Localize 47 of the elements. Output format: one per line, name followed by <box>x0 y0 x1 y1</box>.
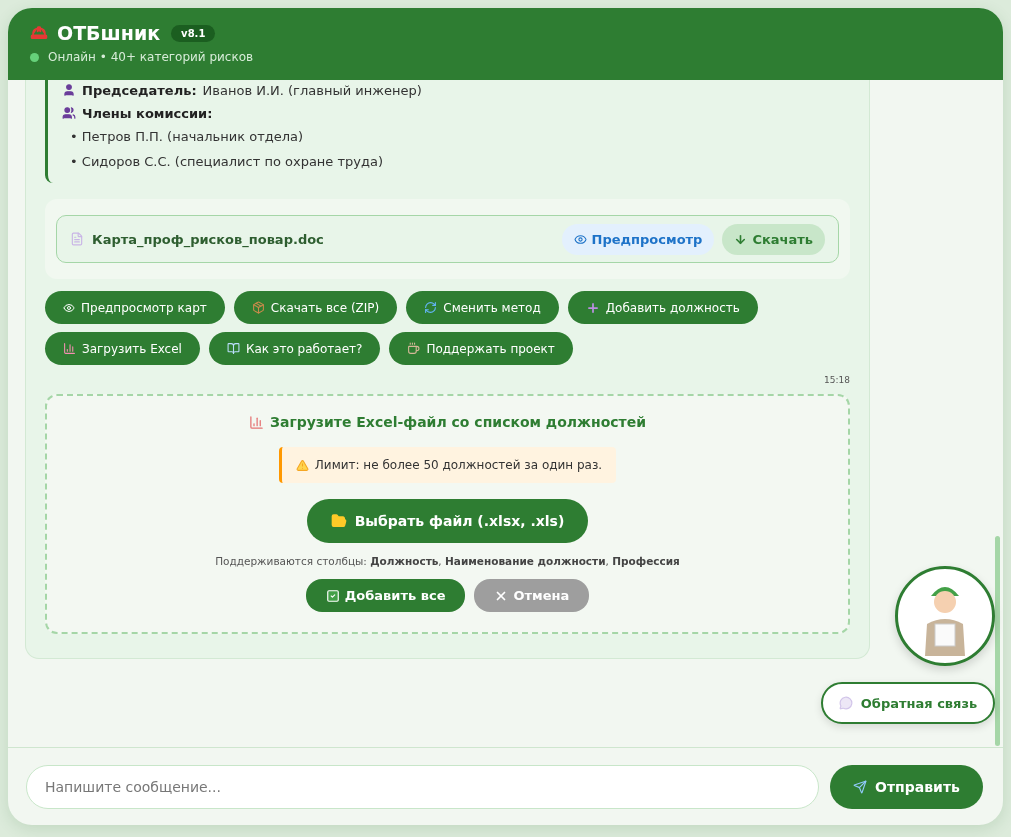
choose-file-button[interactable]: Выбрать файл (.xlsx, .xls) <box>306 499 589 543</box>
bar-chart-icon <box>63 342 76 355</box>
action-button[interactable]: Скачать все (ZIP) <box>233 291 398 324</box>
feedback-button[interactable]: Обратная связь <box>821 682 995 724</box>
action-button[interactable]: Сменить метод <box>406 291 559 324</box>
document-icon <box>70 232 84 246</box>
members-label: Члены комиссии: <box>82 105 213 121</box>
plus-icon <box>585 300 600 315</box>
package-icon <box>251 301 265 314</box>
people-icon <box>62 106 76 120</box>
add-all-button[interactable]: Добавить все <box>305 579 466 612</box>
eye-icon <box>573 232 587 246</box>
refresh-icon <box>424 301 438 314</box>
version-badge: v8.1 <box>171 24 216 42</box>
member-item: • Петров П.П. (начальник отдела) <box>69 128 305 146</box>
action-button[interactable]: Как это работает? <box>208 332 381 365</box>
chairman-name: Иванов И.И. (главный инженер) <box>202 82 422 98</box>
warning-text: Лимит: не более 50 должностей за один раз. <box>314 458 603 472</box>
app-title: ОТБшник <box>57 22 161 44</box>
speech-bubble-icon <box>838 696 853 710</box>
upload-title: Загрузите Excel-файл со списком должностей <box>270 414 646 430</box>
columns-hint: Поддерживаются столбцы: Должность, Наименование должности, Профессия <box>215 555 680 567</box>
action-button[interactable]: Загрузить Excel <box>45 332 200 365</box>
avatar-circle[interactable] <box>895 566 995 666</box>
message-time: 15:18 <box>823 375 850 385</box>
hard-hat-icon <box>30 24 48 42</box>
status-text: Онлайн • 40+ категорий рисков <box>48 50 254 64</box>
book-icon <box>226 342 240 355</box>
folder-icon <box>330 513 347 529</box>
arrow-down-icon <box>734 232 748 246</box>
download-button[interactable]: Скачать <box>722 223 825 255</box>
warning-icon <box>295 458 309 472</box>
chairman-label: Председатель: <box>82 82 197 98</box>
member-item: • Сидоров С.С. (специалист по охране труда) <box>69 153 385 171</box>
person-icon <box>62 83 76 97</box>
action-button[interactable]: Поддержать проект <box>389 332 573 365</box>
file-name: Карта_проф_рисков_повар.doc <box>92 231 325 247</box>
cup-icon <box>407 342 421 355</box>
send-icon <box>853 779 868 794</box>
send-button[interactable]: Отправить <box>830 764 983 809</box>
preview-button[interactable]: Предпросмотр <box>561 223 715 255</box>
message-input[interactable]: Напишите сообщение... <box>26 764 819 809</box>
action-button[interactable]: Предпросмотр карт <box>45 291 225 324</box>
bar-chart-icon <box>249 414 264 430</box>
eye-icon <box>63 301 75 314</box>
checkbox-icon <box>325 588 340 603</box>
action-button[interactable]: Добавить должность <box>567 291 758 324</box>
